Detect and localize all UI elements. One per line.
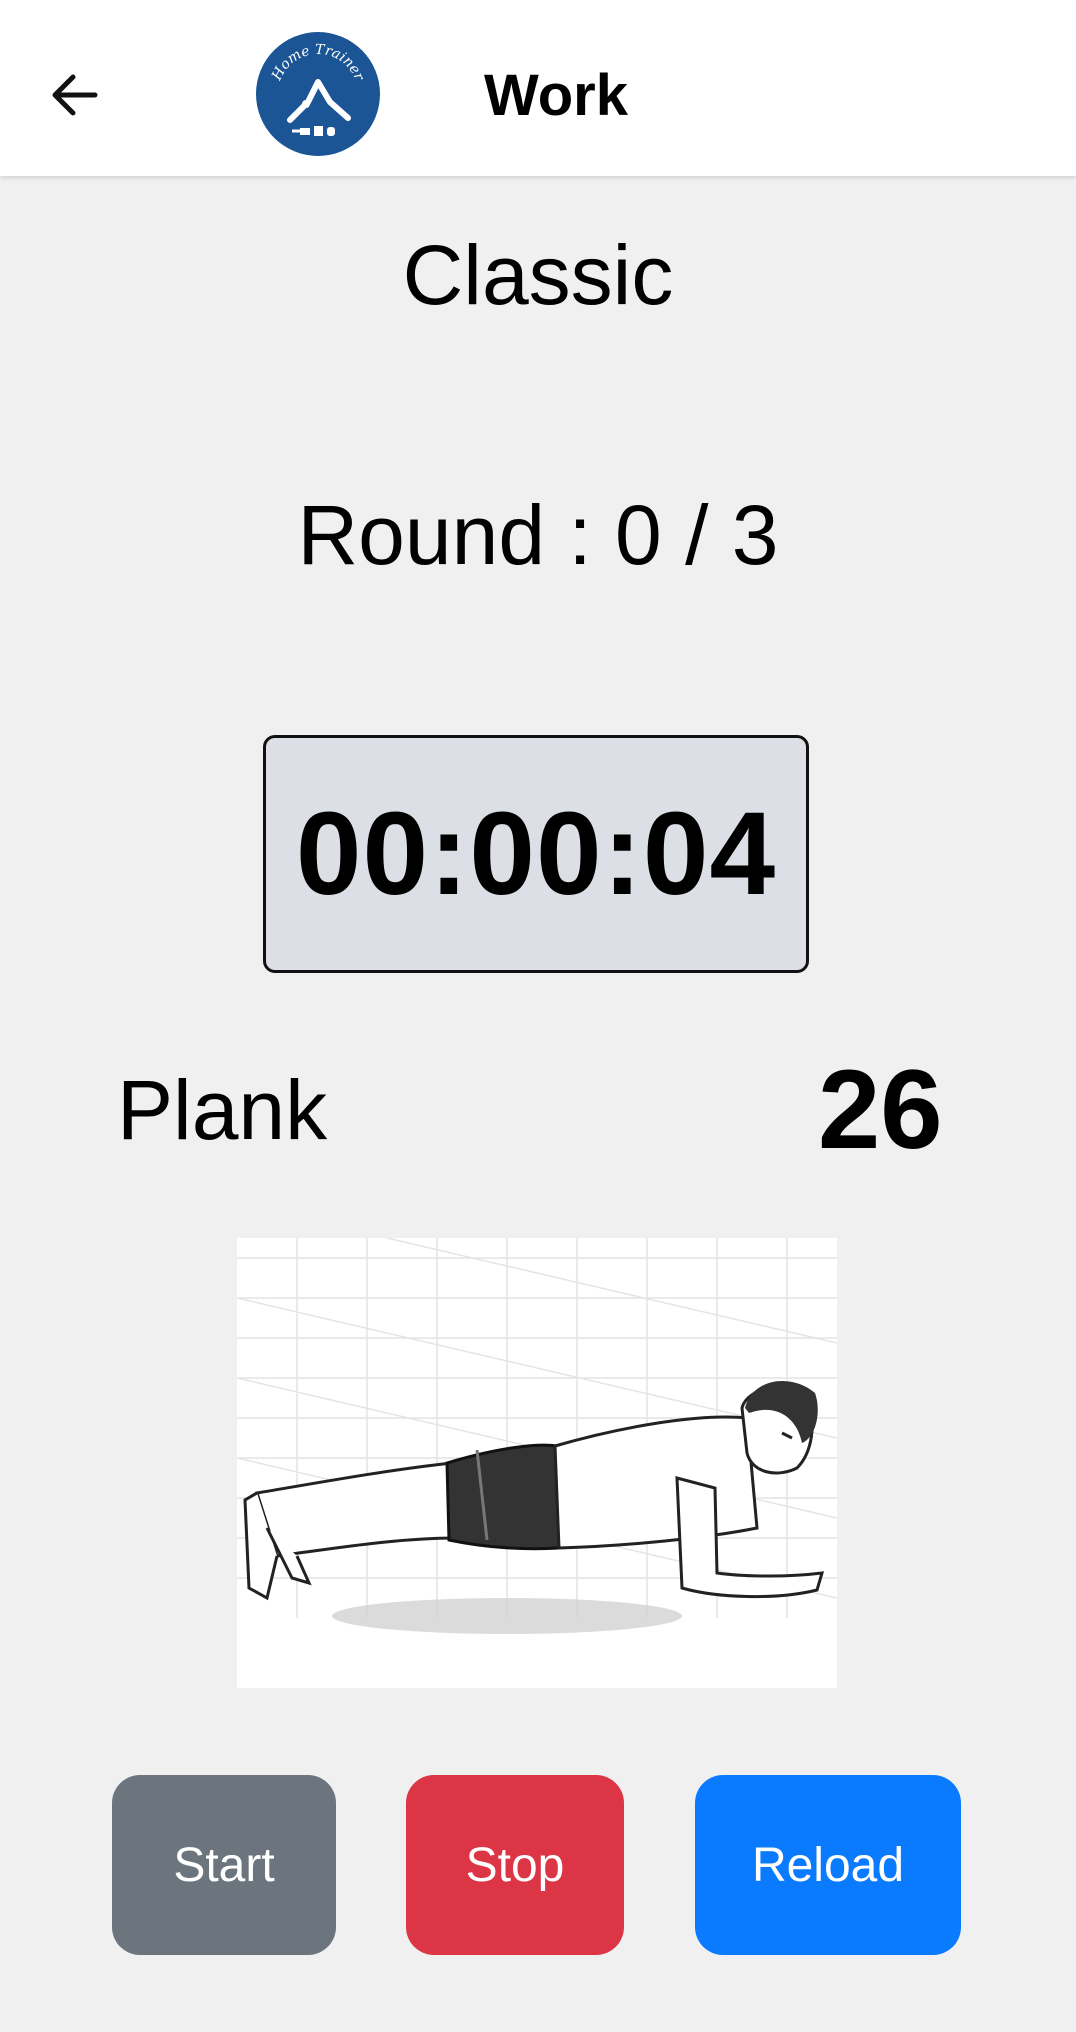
back-button[interactable] xyxy=(40,60,110,130)
reload-button[interactable]: Reload xyxy=(695,1775,961,1955)
timer-display: 00:00:04 xyxy=(263,735,809,973)
stop-button[interactable]: Stop xyxy=(406,1775,624,1955)
home-trainer-logo: Home Trainer xyxy=(256,32,380,156)
round-counter: Round : 0 / 3 xyxy=(297,488,779,582)
plank-illustration xyxy=(237,1238,837,1688)
workout-name: Classic xyxy=(402,228,674,322)
start-button[interactable]: Start xyxy=(112,1775,336,1955)
exercise-name: Plank xyxy=(117,1063,328,1157)
arrow-left-icon xyxy=(52,74,98,116)
svg-text:Home Trainer: Home Trainer xyxy=(269,42,368,84)
app-header: Home Trainer Work xyxy=(0,0,1076,176)
page-title: Work xyxy=(484,63,628,128)
timer-value: 00:00:04 xyxy=(295,788,777,920)
exercise-count: 26 xyxy=(818,1047,943,1172)
